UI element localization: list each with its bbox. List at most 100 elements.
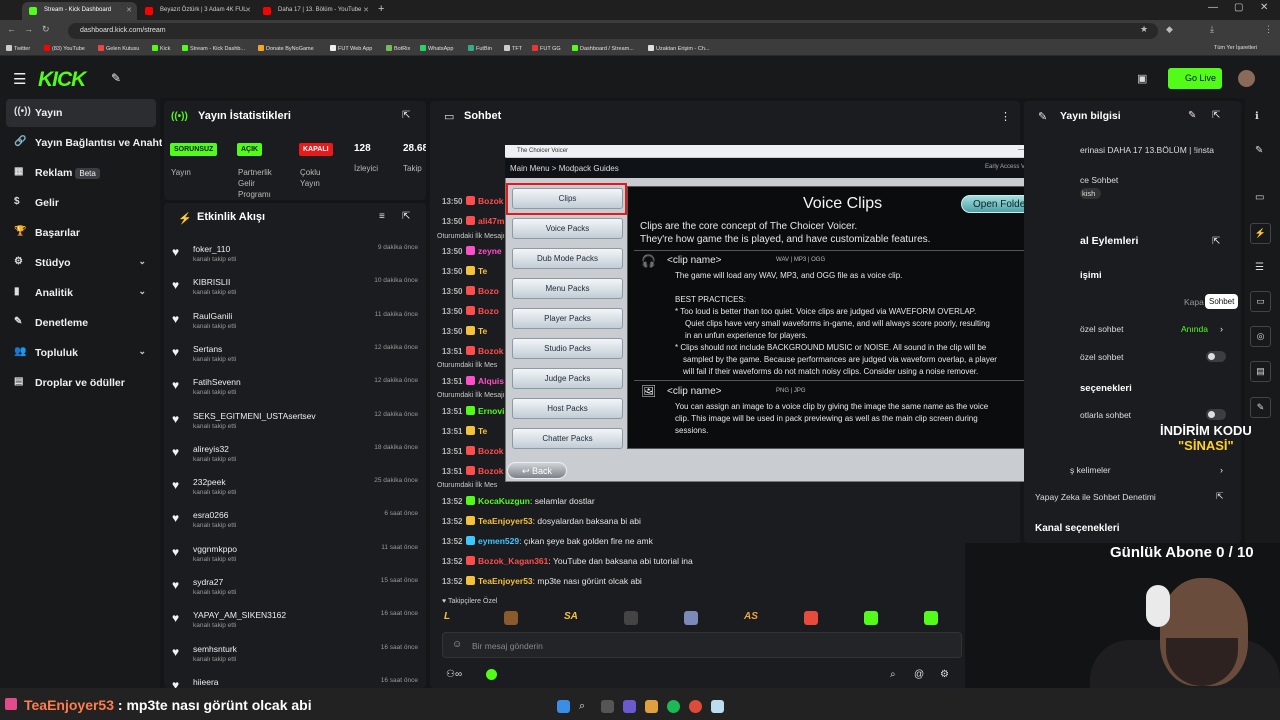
activity-item[interactable]: ♥ 232peek kanalı takip etti 25 dakika önce	[172, 473, 420, 506]
popout-icon[interactable]: ⇱	[402, 110, 410, 121]
game-menu-clips[interactable]: Clips	[512, 188, 623, 209]
chat-username[interactable]: Bozok	[478, 346, 504, 356]
activity-item[interactable]: ♥ sydra27 kanalı takip etti 15 saat önce	[172, 573, 420, 606]
activity-item[interactable]: ♥ YAPAY_AM_SIKEN3162 kanalı takip etti 16 s…	[172, 606, 420, 639]
all-bookmarks[interactable]: Tüm Yer İşaretleri	[1214, 45, 1257, 51]
game-menu-host-packs[interactable]: Host Packs	[512, 398, 623, 419]
chat-message[interactable]: 13:51 Bozok	[438, 446, 504, 460]
chat-username[interactable]: Alquis	[478, 376, 504, 386]
ai-moderation-label[interactable]: Yapay Zeka ile Sohbet Denetimi	[1035, 492, 1156, 502]
extension-icon[interactable]: ◆	[1166, 24, 1173, 35]
sidebar-item-denetleme[interactable]: ✎ Denetleme	[6, 309, 156, 337]
chat-message[interactable]: 13:51 Bozok	[438, 466, 504, 480]
forward-arrow-icon[interactable]: →	[24, 24, 33, 34]
emote-icon[interactable]: AS	[744, 611, 758, 625]
bookmark-item[interactable]: BotRix	[386, 45, 410, 52]
bookmark-item[interactable]: FUT GG	[532, 45, 561, 52]
chat-username[interactable]: Ernovi	[478, 406, 504, 416]
sidebar-item-yayin[interactable]: ((•)) Yayın	[6, 99, 156, 127]
activity-item[interactable]: ♥ SEKS_EGITMENI_USTAsertsev kanalı takip e…	[172, 407, 420, 440]
card-icon[interactable]: ▭	[1255, 192, 1264, 203]
close-tab-icon[interactable]: ✕	[126, 6, 132, 14]
activity-item[interactable]: ♥ semhsnturk kanalı takip etti 16 saat önce	[172, 640, 420, 673]
list-icon[interactable]: ☰	[1255, 262, 1264, 273]
hammer-icon[interactable]: ✎	[111, 71, 121, 85]
menu-dots-icon[interactable]: ⋮	[1264, 24, 1273, 35]
chat-message[interactable]: 13:51 Bozok	[438, 346, 504, 360]
activity-item[interactable]: ♥ Sertans kanalı takip etti 12 dakika önce	[172, 340, 420, 373]
chat-message[interactable]: 13:52 KocaKuzgun: selamlar dostlar	[438, 496, 595, 510]
chat-message[interactable]: 13:50 Bozok	[438, 196, 504, 210]
sidebar-item-droplar[interactable]: ▤ Droplar ve ödüller	[6, 369, 156, 397]
close-window-icon[interactable]: ✕	[1260, 2, 1268, 13]
chat-message[interactable]: 13:50 zeyne	[438, 246, 502, 260]
browser-tab-youtube-1[interactable]: Beyazıt Öztürk | 3 Adam 4K FUL ✕	[138, 2, 256, 20]
instant-value[interactable]: Anında	[1181, 324, 1208, 334]
bookmark-item[interactable]: TFT	[504, 45, 522, 52]
chat-message[interactable]: 13:50 Bozo	[438, 306, 499, 320]
browser-tab-kick[interactable]: Stream - Kick Dashboard ✕	[22, 2, 137, 20]
bookmark-item[interactable]: Gelen Kutusu	[98, 45, 139, 52]
broadcast-icon[interactable]: ◎	[1250, 326, 1271, 347]
sidebar-item-topluluk[interactable]: 👥 Topluluk ⌄	[6, 339, 156, 367]
game-menu-judge-packs[interactable]: Judge Packs	[512, 368, 623, 389]
close-tab-icon[interactable]: ✕	[245, 6, 251, 14]
activity-item[interactable]: ♥ alireyis32 kanalı takip etti 18 dakika ön…	[172, 440, 420, 473]
chat-input[interactable]: ☺ Bir mesaj gönderin	[442, 632, 962, 658]
chat-username[interactable]: Te	[478, 326, 487, 336]
chat-username[interactable]: Bozok	[478, 196, 504, 206]
game-menu-menu-packs[interactable]: Menu Packs	[512, 278, 623, 299]
chat-username[interactable]: zeyne	[478, 246, 502, 256]
chat-username[interactable]: eymen529	[478, 536, 519, 546]
popout-icon[interactable]: ⇱	[1212, 236, 1220, 247]
emote-icon[interactable]	[864, 611, 878, 625]
edit-icon[interactable]: ✎	[1188, 110, 1196, 121]
chat-username[interactable]: Te	[478, 266, 487, 276]
chat-message[interactable]: 13:52 TeaEnjoyer53: mp3te nası görünt olc…	[438, 576, 642, 590]
activity-item[interactable]: ♥ FatihSevenn kanalı takip etti 12 dakika ö…	[172, 373, 420, 406]
chat-username[interactable]: Bozo	[478, 286, 499, 296]
game-menu-voice-packs[interactable]: Voice Packs	[512, 218, 623, 239]
spotify-icon[interactable]	[667, 700, 680, 713]
activity-item[interactable]: ♥ KIBRISLII kanalı takip etti 10 dakika önc…	[172, 273, 420, 306]
windows-start-icon[interactable]	[557, 700, 570, 713]
search-icon[interactable]: ⌕	[579, 700, 592, 713]
bookmark-star-icon[interactable]: ★	[1140, 24, 1148, 35]
game-menu-chatter-packs[interactable]: Chatter Packs	[512, 428, 623, 449]
go-live-button[interactable]: Go Live	[1168, 68, 1222, 89]
maximize-icon[interactable]: ▢	[1234, 2, 1243, 13]
chrome-icon[interactable]	[689, 700, 702, 713]
bookmark-item[interactable]: Uzaktan Erişim - Ch...	[648, 45, 709, 52]
chat-message[interactable]: 13:51 Te	[438, 426, 487, 440]
emoji-icon[interactable]: ☺	[452, 639, 462, 650]
game-app-icon[interactable]	[711, 700, 724, 713]
back-arrow-icon[interactable]: ←	[7, 24, 16, 34]
search-icon[interactable]: ⌕	[890, 669, 896, 680]
chat-message[interactable]: 13:51 Alquis	[438, 376, 504, 390]
close-tab-icon[interactable]: ✕	[363, 6, 369, 14]
hamburger-menu-icon[interactable]: ☰	[13, 70, 26, 88]
pencil-icon[interactable]: ✎	[1255, 145, 1263, 156]
private-chat-toggle[interactable]	[1206, 351, 1226, 362]
minimize-icon[interactable]: —	[1208, 2, 1218, 13]
activity-item[interactable]: ♥ vggnmkppo kanalı takip etti 11 saat önce	[172, 540, 420, 573]
bookmark-item[interactable]: WhatsApp	[420, 45, 453, 52]
emote-icon[interactable]	[924, 611, 938, 625]
bookmark-item[interactable]: (83) YouTube	[44, 45, 85, 52]
back-button[interactable]: ↩ Back	[507, 462, 567, 479]
activity-item[interactable]: ♥ RaulGanili kanalı takip etti 11 dakika ön…	[172, 307, 420, 340]
sidebar-item-analitik[interactable]: ▮ Analitik ⌄	[6, 279, 156, 307]
emote-icon[interactable]: SA	[564, 611, 578, 625]
bookmark-item[interactable]: FutBin	[468, 45, 492, 52]
activity-item[interactable]: ♥ foker_110 kanalı takip etti 9 dakika önce	[172, 240, 420, 273]
reload-icon[interactable]: ↻	[42, 24, 50, 35]
folder-icon[interactable]	[645, 700, 658, 713]
bookmark-item[interactable]: Twitter	[6, 45, 30, 52]
taskview-icon[interactable]	[601, 700, 614, 713]
chat-username[interactable]: Bozo	[478, 306, 499, 316]
chat-menu-dots-icon[interactable]: ⋮	[1000, 110, 1011, 123]
game-menu-studio-packs[interactable]: Studio Packs	[512, 338, 623, 359]
chat-username[interactable]: Bozok	[478, 466, 504, 476]
popout-icon[interactable]: ⇱	[1212, 110, 1220, 121]
sidebar-item-gelir[interactable]: $ Gelir	[6, 189, 156, 217]
